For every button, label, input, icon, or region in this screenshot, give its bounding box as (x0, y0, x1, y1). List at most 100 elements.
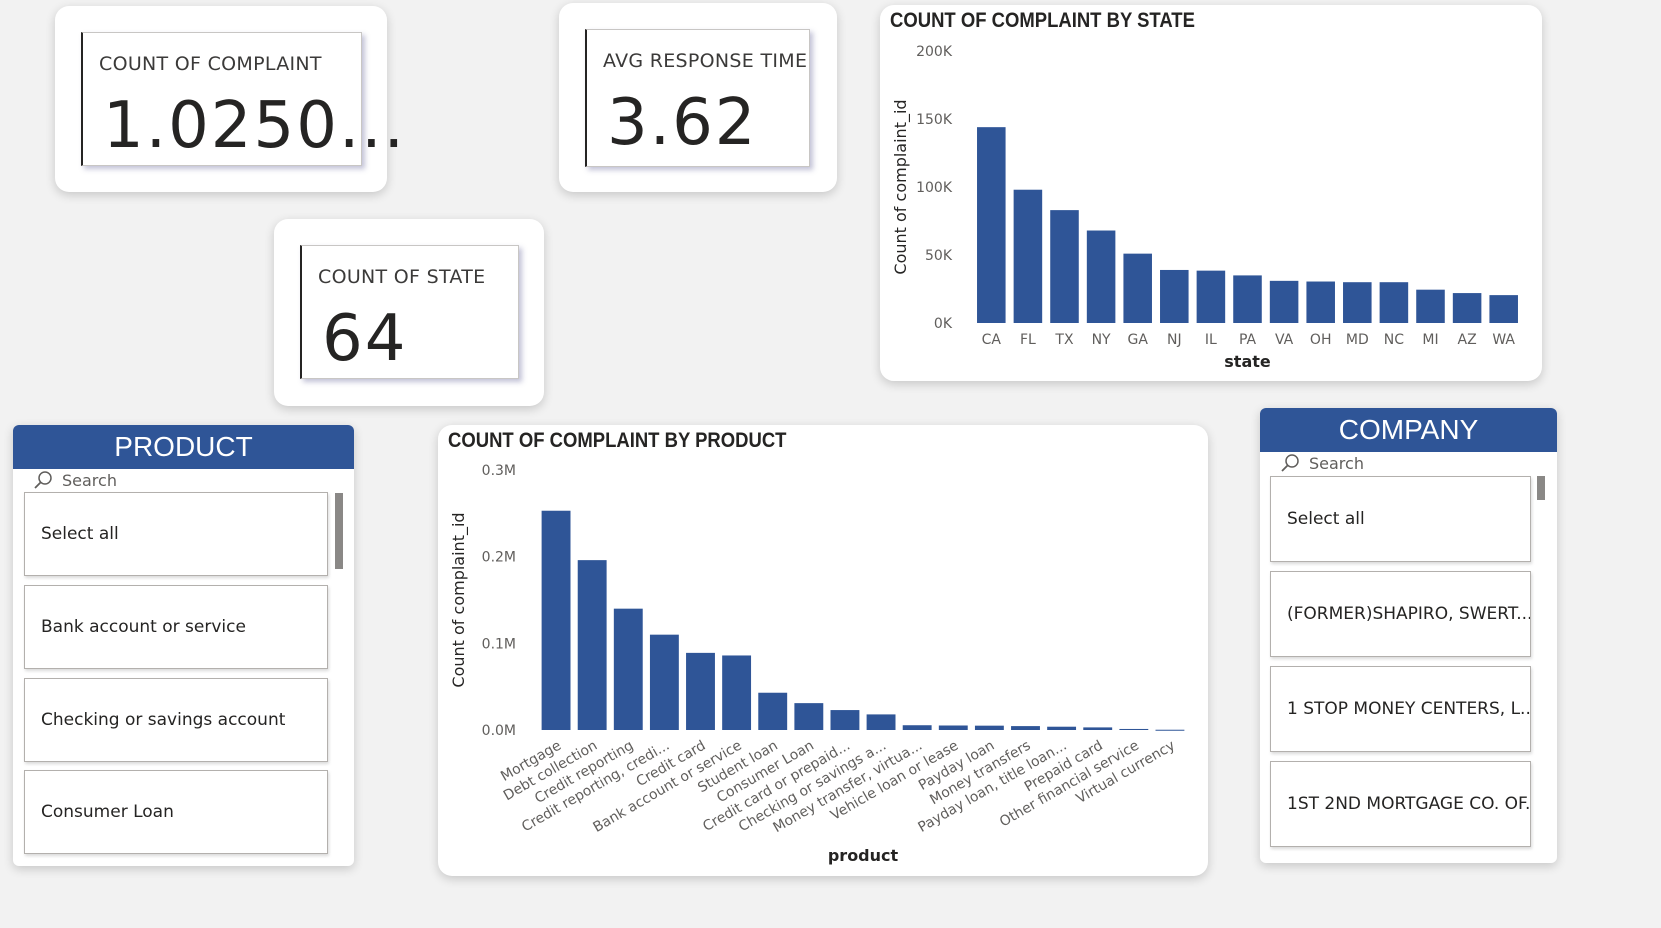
state-bar (1196, 270, 1226, 323)
product-bar (758, 692, 788, 730)
kpi-card-complaints: COUNT OF COMPLAINT 1.0250... (55, 6, 404, 192)
company-search-placeholder: Search (1309, 454, 1364, 473)
product-bar (938, 725, 968, 730)
product-ytick-label: 0.2M (482, 550, 516, 566)
kpi-label-complaints: COUNT OF COMPLAINT (99, 53, 322, 75)
product-ytick-label: 0.3M (482, 463, 516, 479)
product-bar (866, 714, 896, 730)
state-ytick-label: 200K (916, 44, 953, 60)
state-bar (1306, 281, 1335, 323)
product-search-box[interactable]: Search (33, 469, 333, 491)
state-bar (1343, 282, 1372, 323)
state-bar (1123, 253, 1152, 323)
state-bar (1489, 295, 1518, 323)
state-x-category-label: IL (1205, 332, 1217, 348)
state-bar (1233, 275, 1262, 323)
state-bar-chart: 0K 50K 100K 150K 200K Count of complaint_id CA… (891, 44, 1518, 371)
product-bar (1011, 726, 1040, 730)
state-ytick-label: 100K (916, 180, 953, 196)
state-bar (1013, 189, 1043, 323)
product-item-select-all[interactable]: Select all (24, 492, 328, 576)
product-x-axis-label: product (828, 846, 899, 865)
search-icon (1281, 454, 1299, 472)
product-item-label: Consumer Loan (41, 802, 174, 822)
state-x-category-label: GA (1127, 332, 1148, 348)
product-item-consumer-loan[interactable]: Consumer Loan (24, 770, 328, 854)
product-y-axis-label: Count of complaint_id (449, 512, 469, 687)
product-slicer-scrollbar[interactable] (335, 493, 343, 569)
state-x-category-label: TX (1054, 332, 1074, 348)
company-slicer-header: COMPANY (1260, 408, 1557, 452)
state-x-category-label: NY (1092, 332, 1111, 348)
product-bar (902, 725, 932, 730)
product-chart-card: COUNT OF COMPLAINT BY PRODUCT 0.0M 0.1M 0.… (438, 425, 1208, 876)
state-chart-card: COUNT OF COMPLAINT BY STATE 0K 50K 100K 150… (880, 5, 1542, 381)
state-bar (1086, 230, 1116, 323)
state-y-axis-label: Count of complaint_id (891, 99, 911, 274)
kpi-frame-states: COUNT OF STATE 64 (300, 245, 519, 379)
company-item-1-stop-money[interactable]: 1 STOP MONEY CENTERS, L... (1270, 666, 1531, 752)
product-bar (1083, 727, 1113, 730)
company-slicer: COMPANY Search Select all (FORMER)SHAPIR… (1260, 408, 1557, 863)
state-x-category-label: PA (1239, 332, 1257, 348)
company-item-label: 1ST 2ND MORTGAGE CO. OF... (1287, 794, 1531, 814)
company-item-label: (FORMER)SHAPIRO, SWERT... (1287, 604, 1531, 624)
product-ytick-label: 0.0M (482, 723, 516, 739)
company-item-shapiro[interactable]: (FORMER)SHAPIRO, SWERT... (1270, 571, 1531, 657)
product-item-checking-savings[interactable]: Checking or savings account (24, 678, 328, 762)
company-item-1st-2nd-mortgage[interactable]: 1ST 2ND MORTGAGE CO. OF... (1270, 761, 1531, 847)
kpi-card-response-time: AVG RESPONSE TIME 3.62 (559, 3, 837, 192)
state-x-category-label: NJ (1167, 332, 1182, 348)
product-ytick-label: 0.1M (482, 636, 516, 652)
kpi-frame-response-time: AVG RESPONSE TIME 3.62 (585, 29, 810, 167)
state-bar (1452, 293, 1482, 323)
product-bar (794, 703, 824, 730)
state-bar (1050, 210, 1079, 323)
state-bar (1416, 289, 1445, 323)
company-search-box[interactable]: Search (1280, 452, 1530, 474)
state-ytick-label: 0K (934, 316, 953, 332)
state-bar (1160, 269, 1189, 323)
product-slicer: PRODUCT Search Select all Bank account o… (13, 425, 354, 866)
product-item-bank-account[interactable]: Bank account or service (24, 585, 328, 669)
product-bar (1047, 726, 1077, 730)
company-item-select-all[interactable]: Select all (1270, 476, 1531, 562)
state-x-category-label: AZ (1458, 332, 1477, 348)
product-bar (686, 652, 715, 730)
kpi-value-states: 64 (322, 302, 408, 376)
state-x-category-label: NC (1384, 332, 1404, 348)
product-bar-chart: 0.0M0.1M0.2M0.3MCount of complaint_idMor… (449, 463, 1185, 865)
state-bar (977, 127, 1006, 323)
company-item-label: Select all (1287, 509, 1365, 529)
product-bar (830, 710, 860, 730)
state-x-category-label: OH (1310, 332, 1332, 348)
product-bar (1119, 728, 1149, 730)
state-x-axis-label: state (1224, 352, 1271, 371)
state-bar (1269, 280, 1299, 323)
state-x-category-label: MI (1422, 332, 1438, 348)
product-slicer-header: PRODUCT (13, 425, 354, 469)
search-icon (34, 471, 52, 489)
product-item-label: Checking or savings account (41, 710, 286, 730)
product-bar (541, 510, 571, 730)
state-bar (1379, 282, 1409, 323)
product-bar (649, 634, 679, 730)
state-x-category-label: FL (1020, 332, 1036, 348)
kpi-card-states: COUNT OF STATE 64 (274, 219, 544, 406)
state-x-category-label: WA (1492, 332, 1515, 348)
kpi-label-states: COUNT OF STATE (318, 266, 486, 288)
product-bar (722, 655, 752, 730)
kpi-value-response-time: 3.62 (607, 86, 758, 160)
company-item-label: 1 STOP MONEY CENTERS, L... (1287, 699, 1531, 719)
kpi-label-response-time: AVG RESPONSE TIME (603, 50, 808, 72)
product-bar (974, 725, 1004, 730)
product-bar (1155, 729, 1185, 731)
product-search-placeholder: Search (62, 471, 117, 490)
company-slicer-scrollbar[interactable] (1537, 476, 1545, 500)
state-ytick-label: 50K (925, 248, 953, 264)
state-x-category-label: VA (1275, 332, 1294, 348)
kpi-value-complaints: 1.0250... (103, 89, 406, 163)
kpi-frame-complaints: COUNT OF COMPLAINT 1.0250... (81, 32, 404, 166)
product-item-label: Bank account or service (41, 617, 246, 637)
state-x-category-label: CA (982, 332, 1002, 348)
